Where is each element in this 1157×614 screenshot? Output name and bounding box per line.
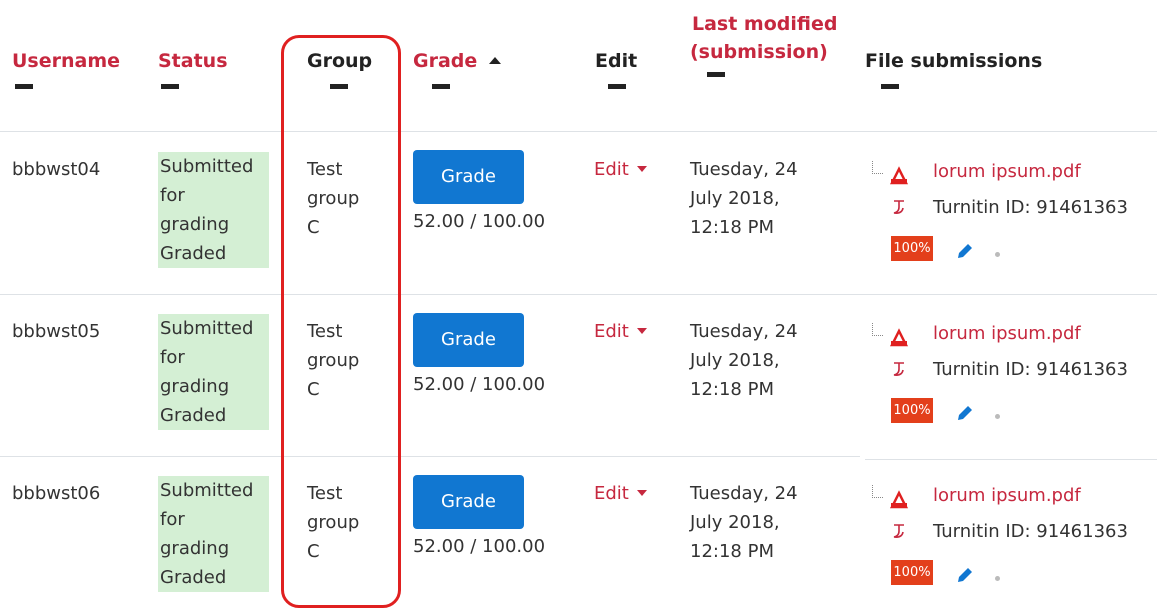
grade-button[interactable]: Grade	[413, 150, 524, 204]
edit-menu-link[interactable]: Edit	[594, 320, 647, 344]
collapse-column-edit[interactable]	[608, 84, 626, 89]
status-dot-icon	[995, 414, 1000, 419]
collapse-column-username[interactable]	[15, 84, 33, 89]
caret-down-icon[interactable]	[636, 166, 647, 172]
edit-label[interactable]: Edit	[594, 159, 629, 180]
row-divider	[0, 456, 860, 457]
column-header-grade[interactable]: Grade	[413, 48, 502, 89]
status-dot-icon	[995, 252, 1000, 257]
file-link[interactable]: lorum ipsum.pdf	[933, 160, 1081, 184]
similarity-score-badge[interactable]: 100%	[891, 398, 933, 423]
grade-button[interactable]: Grade	[413, 475, 524, 529]
header-divider	[0, 131, 1157, 132]
username-cell: bbbwst04	[12, 159, 101, 180]
status-line: Submitted	[160, 480, 254, 501]
turnitin-id: Turnitin ID: 91461363	[933, 359, 1128, 380]
date-line: July 2018,	[690, 350, 780, 371]
status-cell: Submitted for grading Graded	[158, 152, 269, 268]
status-dot-icon	[995, 576, 1000, 581]
turnitin-id: Turnitin ID: 91461363	[933, 197, 1128, 218]
pdf-file-icon	[889, 328, 909, 347]
last-modified-date: Tuesday, 24 July 2018, 12:18 PM	[690, 479, 798, 566]
column-header-last-modified[interactable]: Last modified (submission)	[690, 10, 837, 77]
pdf-file-icon	[889, 166, 909, 185]
status-cell: Submitted for grading Graded	[158, 476, 269, 592]
status-line: for	[160, 185, 185, 206]
date-line: July 2018,	[690, 512, 780, 533]
status-line: grading	[160, 538, 230, 559]
row-divider	[865, 459, 1157, 460]
tree-connector	[872, 161, 883, 174]
edit-label[interactable]: Edit	[594, 483, 629, 504]
status-line: Graded	[160, 243, 227, 264]
status-line: Submitted	[160, 156, 254, 177]
pencil-icon[interactable]	[956, 242, 974, 260]
collapse-column-status[interactable]	[161, 84, 179, 89]
pencil-icon[interactable]	[956, 404, 974, 422]
date-line: 12:18 PM	[690, 541, 774, 562]
grade-value: 52.00 / 100.00	[413, 211, 546, 232]
column-header-file-submissions: File submissions	[865, 48, 1042, 89]
status-line: grading	[160, 214, 230, 235]
status-line: grading	[160, 376, 230, 397]
header-last-modified-line1[interactable]: Last modified	[692, 10, 837, 38]
header-last-modified-line2[interactable]: (submission)	[690, 38, 837, 66]
status-cell: Submitted for grading Graded	[158, 314, 269, 430]
status-line: for	[160, 509, 185, 530]
last-modified-date: Tuesday, 24 July 2018, 12:18 PM	[690, 155, 798, 242]
turnitin-icon[interactable]	[891, 522, 907, 540]
collapse-column-last-modified[interactable]	[707, 72, 725, 77]
edit-label[interactable]: Edit	[594, 321, 629, 342]
date-line: 12:18 PM	[690, 379, 774, 400]
date-line: Tuesday, 24	[690, 321, 798, 342]
date-line: 12:18 PM	[690, 217, 774, 238]
collapse-column-grade[interactable]	[432, 84, 450, 89]
tree-connector	[872, 323, 883, 336]
status-line: for	[160, 347, 185, 368]
header-grade-label[interactable]: Grade	[413, 50, 477, 72]
caret-down-icon[interactable]	[636, 328, 647, 334]
turnitin-icon[interactable]	[891, 360, 907, 378]
date-line: July 2018,	[690, 188, 780, 209]
grade-button[interactable]: Grade	[413, 313, 524, 367]
file-link[interactable]: lorum ipsum.pdf	[933, 322, 1081, 346]
header-file-submissions-label: File submissions	[865, 50, 1043, 72]
username-cell: bbbwst05	[12, 321, 101, 342]
caret-down-icon[interactable]	[636, 490, 647, 496]
date-line: Tuesday, 24	[690, 483, 798, 504]
date-line: Tuesday, 24	[690, 159, 798, 180]
column-header-status[interactable]: Status	[158, 48, 228, 89]
tree-connector	[872, 485, 883, 498]
similarity-score-badge[interactable]: 100%	[891, 236, 933, 261]
pencil-icon[interactable]	[956, 566, 974, 584]
grade-value: 52.00 / 100.00	[413, 374, 546, 395]
header-edit-label: Edit	[595, 50, 638, 72]
pdf-file-icon	[889, 490, 909, 509]
turnitin-id: Turnitin ID: 91461363	[933, 521, 1128, 542]
grade-value: 52.00 / 100.00	[413, 536, 546, 557]
username-cell: bbbwst06	[12, 483, 101, 504]
status-line: Graded	[160, 405, 227, 426]
similarity-score-badge[interactable]: 100%	[891, 560, 933, 585]
sort-ascending-icon[interactable]	[489, 57, 502, 64]
row-divider	[0, 294, 1157, 295]
status-line: Graded	[160, 567, 227, 588]
group-column-highlight	[281, 35, 401, 608]
column-header-username[interactable]: Username	[12, 48, 120, 89]
edit-menu-link[interactable]: Edit	[594, 158, 647, 182]
file-link[interactable]: lorum ipsum.pdf	[933, 484, 1081, 508]
edit-menu-link[interactable]: Edit	[594, 482, 647, 506]
header-username-label[interactable]: Username	[12, 48, 120, 74]
header-status-label[interactable]: Status	[158, 48, 228, 74]
column-header-edit: Edit	[595, 48, 637, 89]
collapse-column-file-submissions[interactable]	[881, 84, 899, 89]
last-modified-date: Tuesday, 24 July 2018, 12:18 PM	[690, 317, 798, 404]
status-line: Submitted	[160, 318, 254, 339]
turnitin-icon[interactable]	[891, 198, 907, 216]
